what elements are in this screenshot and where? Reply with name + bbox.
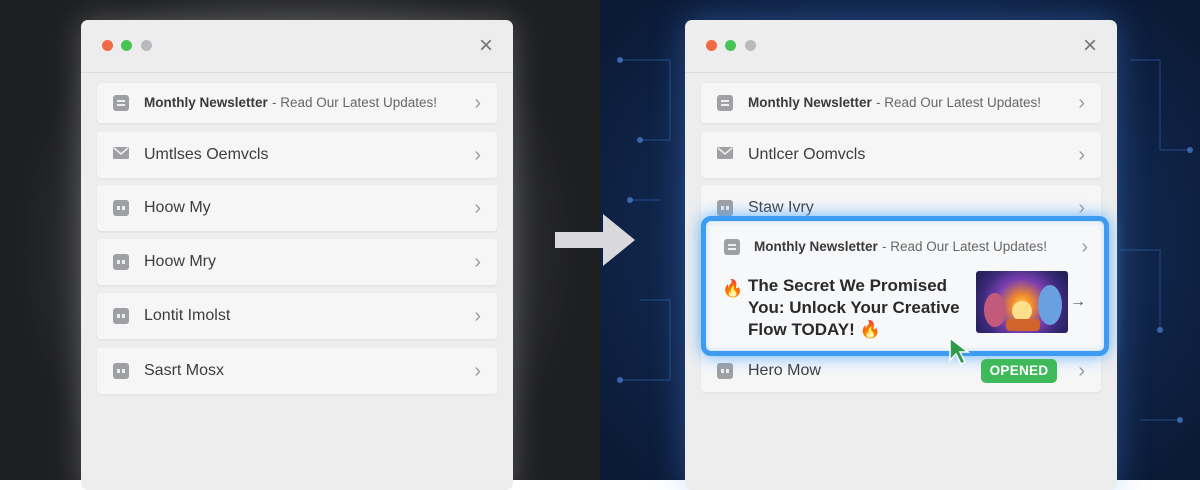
item-label: Hoow Mry — [144, 253, 217, 270]
close-icon[interactable]: × — [479, 32, 493, 60]
email-headline: The Secret We Promised You: Unlock Your … — [748, 276, 960, 339]
list-icon — [113, 95, 129, 111]
list-icon — [724, 239, 740, 255]
chevron-right-icon: › — [474, 197, 481, 219]
title-bar: × — [81, 20, 513, 73]
fire-icon: 🔥 — [722, 279, 744, 298]
chevron-right-icon: › — [1078, 360, 1085, 382]
item-subtitle: - Read Our Latest Updates! — [271, 95, 438, 110]
message-icon — [717, 363, 733, 379]
list-item[interactable]: Lontit Imolst › — [97, 293, 497, 339]
list-item[interactable]: Hoow Mry › — [97, 239, 497, 285]
chevron-right-icon: › — [474, 251, 481, 273]
item-label: Hoow My — [144, 199, 211, 216]
cursor-pointer-icon — [949, 336, 971, 366]
minimize-dot-icon[interactable] — [745, 40, 756, 51]
message-icon — [113, 308, 129, 324]
mail-icon — [113, 146, 129, 162]
arrow-right-icon[interactable]: → — [1070, 293, 1086, 311]
inbox-window-before: × Monthly Newsletter - Read Our Latest U… — [81, 20, 513, 490]
email-header: Monthly Newsletter - Read Our Latest Upd… — [716, 231, 1094, 263]
item-label: Sasrt Mosx — [144, 362, 225, 379]
message-icon — [113, 363, 129, 379]
chevron-right-icon: › — [474, 305, 481, 327]
maximize-dot-icon[interactable] — [725, 40, 736, 51]
item-subtitle: - Read Our Latest Updates! — [875, 95, 1042, 110]
item-label: Untlcer Oomvcls — [748, 146, 866, 163]
list-item[interactable]: Hoow My › — [97, 185, 497, 231]
item-label: Hero Mow — [748, 362, 821, 379]
list-item[interactable]: Monthly Newsletter - Read Our Latest Upd… — [97, 83, 497, 123]
item-subtitle: - Read Our Latest Updates! — [881, 239, 1048, 254]
item-title: Monthly Newsletter — [144, 95, 268, 110]
list-item[interactable]: Monthly Newsletter - Read Our Latest Upd… — [701, 83, 1101, 123]
close-dot-icon[interactable] — [706, 40, 717, 51]
arrow-right-icon — [555, 214, 635, 266]
title-bar: × — [685, 20, 1117, 73]
email-thumbnail-image — [976, 271, 1068, 333]
message-icon — [113, 254, 129, 270]
list-icon — [717, 95, 733, 111]
chevron-right-icon: › — [1078, 144, 1085, 166]
item-title: Monthly Newsletter — [748, 95, 872, 110]
maximize-dot-icon[interactable] — [121, 40, 132, 51]
minimize-dot-icon[interactable] — [141, 40, 152, 51]
chevron-right-icon: › — [474, 360, 481, 382]
chevron-right-icon: › — [474, 144, 481, 166]
list-item[interactable]: Untlcer Oomvcls › — [701, 132, 1101, 178]
mail-icon — [717, 146, 733, 162]
message-icon — [113, 200, 129, 216]
item-label: Lontit Imolst — [144, 307, 231, 324]
item-label: Umtlses Oemvcls — [144, 146, 269, 163]
list-item[interactable]: Umtlses Oemvcls › — [97, 132, 497, 178]
chevron-right-icon: › — [474, 92, 481, 114]
message-icon — [717, 200, 733, 216]
opened-status-badge: OPENED — [981, 359, 1057, 383]
close-icon[interactable]: × — [1083, 32, 1097, 60]
highlighted-email-card[interactable]: Monthly Newsletter - Read Our Latest Upd… — [701, 216, 1109, 356]
item-title: Monthly Newsletter — [754, 239, 878, 254]
close-dot-icon[interactable] — [102, 40, 113, 51]
chevron-right-icon: › — [1078, 92, 1085, 114]
list-item[interactable]: Sasrt Mosx › — [97, 348, 497, 394]
chevron-right-icon: › — [1081, 236, 1088, 258]
